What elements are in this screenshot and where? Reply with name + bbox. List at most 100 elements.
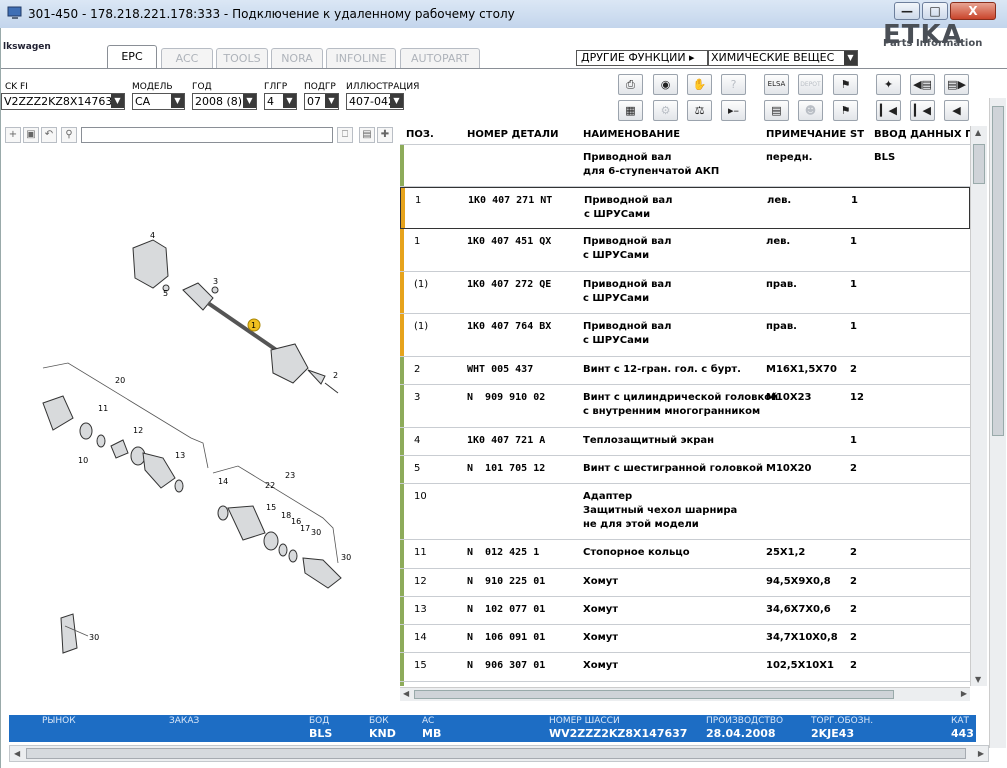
- scroll-down-icon[interactable]: ▼: [975, 675, 981, 684]
- small-clamp-part[interactable]: [174, 479, 184, 493]
- table-row[interactable]: 1 1K0 407 451 QX Приводной вал с ШРУСами ле…: [400, 229, 970, 272]
- col-note[interactable]: ПРИМЕЧАНИЕ: [766, 129, 846, 140]
- close-button[interactable]: X: [950, 2, 996, 20]
- year-select[interactable]: 2008 (8) ▼: [192, 93, 257, 110]
- table-vertical-scrollbar[interactable]: ▲ ▼: [970, 126, 987, 686]
- heat-shield-part[interactable]: [132, 239, 169, 289]
- circlip-part[interactable]: [96, 434, 106, 448]
- col-pos[interactable]: ПОЗ.: [406, 129, 434, 140]
- other-functions-button[interactable]: ДРУГИЕ ФУНКЦИИ ▸: [576, 50, 708, 66]
- chevron-down-icon[interactable]: ▼: [283, 94, 296, 108]
- maximize-button[interactable]: □: [922, 2, 948, 20]
- scroll-thumb[interactable]: [414, 690, 894, 699]
- table-row[interactable]: 13 N 102 077 01 Хомут 34,6X7X0,6 2: [400, 597, 970, 625]
- boot-part[interactable]: [142, 452, 176, 489]
- scroll-thumb[interactable]: [992, 106, 1004, 436]
- chevron-down-icon[interactable]: ▼: [390, 94, 403, 108]
- scroll-thumb[interactable]: [26, 748, 966, 759]
- col-st[interactable]: ST: [850, 129, 864, 140]
- table-row[interactable]: 10 Адаптер Защитный чехол шарнира не для …: [400, 484, 970, 540]
- tab-nora[interactable]: NORA: [271, 48, 323, 68]
- prev-icon[interactable]: ▎◀: [910, 100, 935, 121]
- col-part-number[interactable]: НОМЕР ДЕТАЛИ: [467, 129, 558, 140]
- ring-17-part[interactable]: [278, 543, 288, 557]
- chemicals-select[interactable]: ХИМИЧЕСКИЕ ВЕЩЕС ▼: [708, 50, 858, 66]
- col-data-entry[interactable]: ВВОД ДАННЫХ ПО: [874, 129, 982, 140]
- bolt-part[interactable]: [324, 382, 339, 394]
- table-row[interactable]: (1) 1K0 407 764 BX Приводной вал с ШРУСами…: [400, 314, 970, 357]
- main-group-select[interactable]: 4 ▼: [264, 93, 297, 110]
- boot-15-part[interactable]: [227, 505, 266, 541]
- model-select[interactable]: CA ▼: [132, 93, 185, 110]
- pin-icon[interactable]: ✦: [876, 74, 901, 95]
- table-row[interactable]: 1 1K0 407 271 NT Приводной вал с ШРУСами ле…: [400, 187, 970, 229]
- scroll-left-icon[interactable]: ◀: [14, 749, 20, 758]
- question-icon[interactable]: ?: [721, 74, 746, 95]
- first-icon[interactable]: ▎◀: [876, 100, 901, 121]
- vin-select[interactable]: V2ZZZ2KZ8X147637 ▼: [1, 93, 125, 110]
- chevron-down-icon[interactable]: ▼: [111, 94, 124, 108]
- window-vertical-scrollbar[interactable]: [989, 98, 1006, 748]
- table-row[interactable]: 2 WHT 005 437 Винт с 12-гран. гол. с бурт.…: [400, 357, 970, 385]
- col-name[interactable]: НАИМЕНОВАНИЕ: [583, 129, 680, 140]
- illustration-search-input[interactable]: [81, 127, 333, 143]
- print-icon[interactable]: ⎙: [618, 74, 643, 95]
- clamp-16-part[interactable]: [263, 531, 279, 551]
- crosshair-icon[interactable]: ✚: [377, 127, 393, 143]
- next-doc-icon[interactable]: ▤▶: [944, 74, 969, 95]
- chevron-down-icon[interactable]: ▼: [325, 94, 338, 108]
- ring-part[interactable]: [79, 422, 93, 440]
- table-horizontal-scrollbar[interactable]: ◀ ▶: [400, 687, 970, 701]
- tab-infoline[interactable]: INFOLINE: [326, 48, 396, 68]
- scroll-up-icon[interactable]: ▲: [975, 128, 981, 137]
- table-row[interactable]: 12 N 910 225 01 Хомут 94,5X9X0,8 2: [400, 569, 970, 597]
- screw-part[interactable]: [211, 286, 219, 294]
- chevron-down-icon[interactable]: ▼: [243, 94, 256, 108]
- chevron-down-icon[interactable]: ▼: [844, 51, 857, 65]
- cart-icon[interactable]: ⚑: [833, 100, 858, 121]
- inner-joint-part[interactable]: [182, 282, 214, 311]
- table-row[interactable]: 11 N 012 425 1 Стопорное кольцо 25X1,2 2: [400, 540, 970, 569]
- table-row[interactable]: 4 1K0 407 721 A Теплозащитный экран 1: [400, 428, 970, 456]
- window-horizontal-scrollbar[interactable]: ◀ ▶: [9, 745, 989, 762]
- arrow-minus-icon[interactable]: ▸–: [721, 100, 746, 121]
- user-icon[interactable]: ☻: [798, 100, 823, 121]
- cart-add-icon[interactable]: ⚑: [833, 74, 858, 95]
- boot-30-part[interactable]: [60, 613, 78, 654]
- zoom-fit-icon[interactable]: ▣: [23, 127, 39, 143]
- search-icon[interactable]: ⚲: [61, 127, 77, 143]
- scroll-thumb[interactable]: [973, 144, 985, 184]
- elsa-icon[interactable]: ELSA: [764, 74, 789, 95]
- camera-icon[interactable]: ◉: [653, 74, 678, 95]
- table-row[interactable]: 14 N 106 091 01 Хомут 34,7X10X0,8 2: [400, 625, 970, 653]
- joint-30-part[interactable]: [302, 557, 342, 589]
- chevron-down-icon[interactable]: ▼: [171, 94, 184, 108]
- illustration-select[interactable]: 407-042 ▼: [346, 93, 404, 110]
- clamp-14-part[interactable]: [217, 505, 229, 521]
- flange-part[interactable]: [42, 395, 74, 431]
- key-icon[interactable]: ⚙: [653, 100, 678, 121]
- zoom-back-icon[interactable]: ↶: [41, 127, 57, 143]
- scroll-left-icon[interactable]: ◀: [403, 689, 409, 698]
- table-row[interactable]: 161K0 407 087Т...30X30,6X1,52: [400, 682, 970, 686]
- minimize-button[interactable]: —: [894, 2, 920, 20]
- keyboard-icon[interactable]: ▦: [618, 100, 643, 121]
- parts-illustration[interactable]: 1 2 3 4 5 10 11 12 13 14 15 16 17 18 20 …: [3, 148, 397, 716]
- table-row[interactable]: (1) 1K0 407 272 QE Приводной вал с ШРУСами…: [400, 272, 970, 314]
- depot-icon[interactable]: DEPOT: [798, 74, 823, 95]
- tab-acc[interactable]: ACC: [161, 48, 213, 68]
- handshake-icon[interactable]: ✋: [687, 74, 712, 95]
- link-icon[interactable]: ⎕: [337, 127, 353, 143]
- tab-autopart[interactable]: AUTOPART: [400, 48, 480, 68]
- tab-tools[interactable]: TOOLS: [216, 48, 268, 68]
- table-row[interactable]: 5 N 101 705 12 Винт с шестигранной головко…: [400, 456, 970, 484]
- scroll-right-icon[interactable]: ▶: [961, 689, 967, 698]
- scroll-right-icon[interactable]: ▶: [978, 749, 984, 758]
- scale-icon[interactable]: ⚖: [687, 100, 712, 121]
- outer-boot-part[interactable]: [270, 343, 309, 384]
- layout-icon[interactable]: ▤: [359, 127, 375, 143]
- zoom-in-icon[interactable]: +: [5, 127, 21, 143]
- tab-epc[interactable]: EPC: [107, 45, 157, 69]
- table-group-row[interactable]: Приводной вал для 6-ступенчатой АКП перед…: [400, 145, 970, 187]
- outer-joint-part[interactable]: [307, 369, 326, 385]
